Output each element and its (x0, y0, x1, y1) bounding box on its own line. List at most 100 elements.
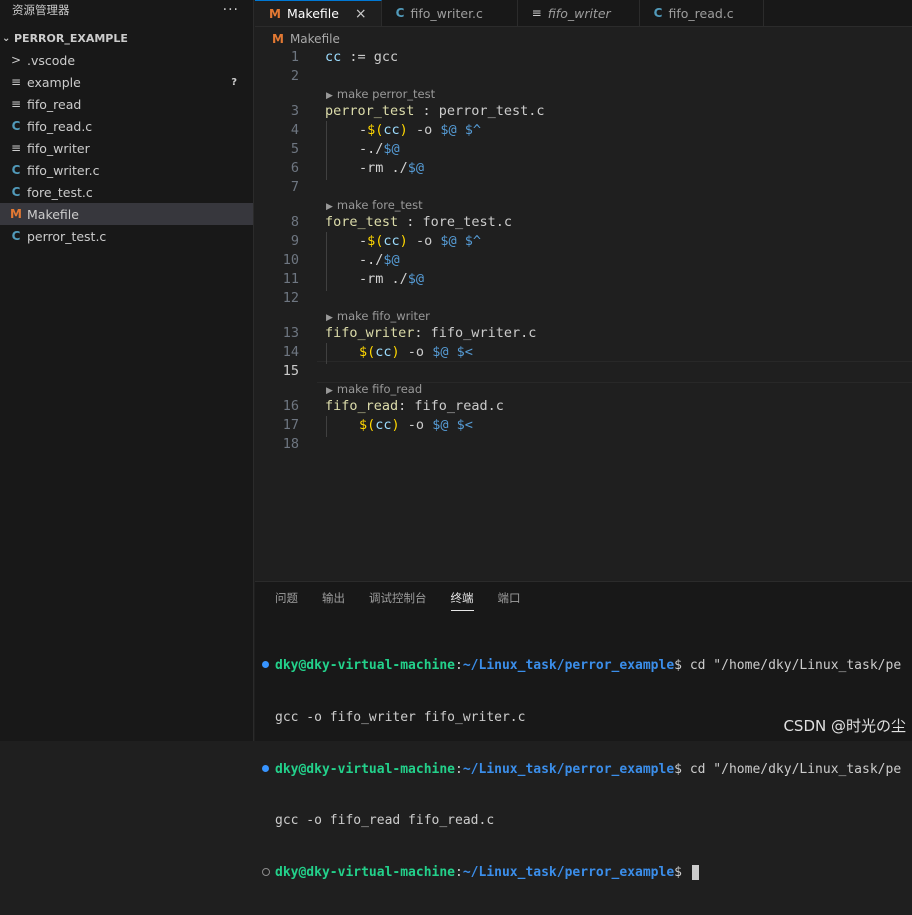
explorer-title: 资源管理器 (12, 3, 70, 17)
untracked-badge: ? (231, 76, 237, 88)
command-pending-icon (262, 867, 270, 876)
codelens-make-fore-test[interactable]: ▶ make fore_test (326, 198, 423, 212)
indent-guide (326, 416, 327, 437)
line-number-current: 15 (282, 363, 299, 379)
terminal-prompt: dky@dky-virtual-machine:~/Linux_task/per… (261, 864, 912, 881)
plain-file-icon: ≡ (531, 6, 542, 20)
terminal-line: dky@dky-virtual-machine:~/Linux_task/per… (261, 761, 912, 778)
indent-guide (326, 232, 327, 291)
code-line: -$(cc) -o $@ $^ (359, 122, 481, 138)
line-number: 16 (282, 398, 299, 414)
tab-fifo-read-c[interactable]: C fifo_read.c (640, 0, 764, 26)
makefile-icon: M (272, 32, 284, 46)
indent-guide (326, 343, 327, 364)
explorer-header: 资源管理器 ··· (0, 0, 253, 20)
tree-item-fore-test-c[interactable]: C fore_test.c (0, 181, 253, 203)
c-file-icon: C (11, 185, 21, 199)
code-line: -rm ./$@ (359, 160, 425, 176)
tree-item-label: fifo_read.c (27, 118, 93, 134)
line-number: 3 (290, 103, 299, 119)
tab-terminal[interactable]: 终端 (450, 590, 474, 611)
tree-item-label: fifo_writer (27, 140, 90, 156)
tab-label: fifo_writer.c (410, 5, 483, 21)
line-number: 11 (282, 271, 299, 287)
c-file-icon: C (11, 163, 21, 177)
code-line: $(cc) -o $@ $< (359, 344, 473, 360)
plain-file-icon: ≡ (10, 141, 22, 155)
tree-item-label: fifo_read (27, 96, 82, 112)
line-number: 5 (290, 141, 299, 157)
tab-label: fifo_writer (547, 5, 611, 21)
code-line: fore_test : fore_test.c (325, 214, 512, 230)
tree-item-label: fore_test.c (27, 184, 93, 200)
tab-fifo-writer-c[interactable]: C fifo_writer.c (382, 0, 518, 26)
terminal-line: dky@dky-virtual-machine:~/Linux_task/per… (261, 657, 912, 674)
close-icon[interactable]: × (355, 6, 367, 22)
current-line-highlight (317, 361, 912, 383)
tree-item-label: perror_test.c (27, 228, 107, 244)
tab-fifo-writer[interactable]: ≡ fifo_writer (518, 0, 640, 26)
file-tree: > .vscode ≡ example ? ≡ fifo_read C fifo… (0, 49, 253, 247)
line-number: 1 (290, 49, 299, 65)
tab-label: fifo_read.c (668, 5, 734, 21)
run-icon: ▶ (326, 313, 333, 323)
indent-guide (326, 121, 327, 180)
line-number: 14 (282, 344, 299, 360)
line-number: 18 (282, 436, 299, 452)
terminal-line: gcc -o fifo_read fifo_read.c (275, 813, 495, 829)
line-number: 13 (282, 325, 299, 341)
tree-item-fifo-writer[interactable]: ≡ fifo_writer (0, 137, 253, 159)
c-file-icon: C (11, 229, 21, 243)
watermark: CSDN @时光の尘 (783, 717, 906, 735)
tree-item-label: Makefile (27, 206, 79, 222)
line-number: 7 (290, 179, 299, 195)
tree-item-vscode[interactable]: > .vscode (0, 49, 253, 71)
plain-file-icon: ≡ (10, 75, 22, 89)
code-line: -./$@ (359, 252, 400, 268)
line-number: 17 (282, 417, 299, 433)
line-number: 9 (290, 233, 299, 249)
bottom-panel: 问题 输出 调试控制台 终端 端口 dky@dky-virtual-machin… (255, 581, 912, 880)
terminal[interactable]: dky@dky-virtual-machine:~/Linux_task/per… (261, 623, 912, 915)
folder-perror-example[interactable]: ⌄ PERROR_EXAMPLE (0, 28, 253, 48)
tree-item-fifo-writer-c[interactable]: C fifo_writer.c (0, 159, 253, 181)
line-number: 8 (290, 214, 299, 230)
chevron-down-icon: ⌄ (2, 32, 11, 44)
tab-label: Makefile (286, 6, 339, 21)
c-file-icon: C (395, 6, 405, 20)
terminal-cursor (691, 864, 699, 880)
code-editor[interactable]: 1 2 3 4 5 6 7 8 9 10 11 12 13 14 15 16 1… (255, 48, 912, 578)
tab-makefile[interactable]: M Makefile × (255, 0, 382, 26)
c-file-icon: C (653, 6, 663, 20)
tab-problems[interactable]: 问题 (275, 590, 298, 611)
codelens-make-fifo-read[interactable]: ▶ make fifo_read (326, 382, 422, 396)
run-icon: ▶ (326, 386, 333, 396)
tree-item-example[interactable]: ≡ example ? (0, 71, 253, 93)
code-line: -rm ./$@ (359, 271, 425, 287)
codelens-make-perror-test[interactable]: ▶ make perror_test (326, 87, 435, 101)
c-file-icon: C (11, 119, 21, 133)
tab-debug-console[interactable]: 调试控制台 (369, 590, 427, 611)
editor-tabs: M Makefile × C fifo_writer.c ≡ fifo_writ… (255, 0, 912, 27)
tree-item-perror-test-c[interactable]: C perror_test.c (0, 225, 253, 247)
more-actions-icon[interactable]: ··· (223, 2, 239, 18)
tree-item-fifo-read-c[interactable]: C fifo_read.c (0, 115, 253, 137)
tree-item-fifo-read[interactable]: ≡ fifo_read (0, 93, 253, 115)
explorer-sidebar: 资源管理器 ··· ⌄ PERROR_EXAMPLE > .vscode ≡ e… (0, 0, 254, 741)
code-line: $(cc) -o $@ $< (359, 417, 473, 433)
plain-file-icon: ≡ (10, 97, 22, 111)
line-number: 12 (282, 290, 299, 306)
tab-ports[interactable]: 端口 (498, 590, 521, 611)
tree-item-label: fifo_writer.c (27, 162, 100, 178)
tab-output[interactable]: 输出 (322, 590, 345, 611)
codelens-make-fifo-writer[interactable]: ▶ make fifo_writer (326, 309, 430, 323)
tree-item-makefile[interactable]: M Makefile (0, 203, 253, 225)
code-line: fifo_read: fifo_read.c (325, 398, 504, 414)
run-icon: ▶ (326, 91, 333, 101)
code-line: fifo_writer: fifo_writer.c (325, 325, 537, 341)
command-success-icon (262, 661, 269, 669)
breadcrumb[interactable]: M Makefile (272, 29, 340, 49)
code-line: -$(cc) -o $@ $^ (359, 233, 481, 249)
makefile-icon: M (269, 6, 281, 21)
code-line: perror_test : perror_test.c (325, 103, 545, 119)
